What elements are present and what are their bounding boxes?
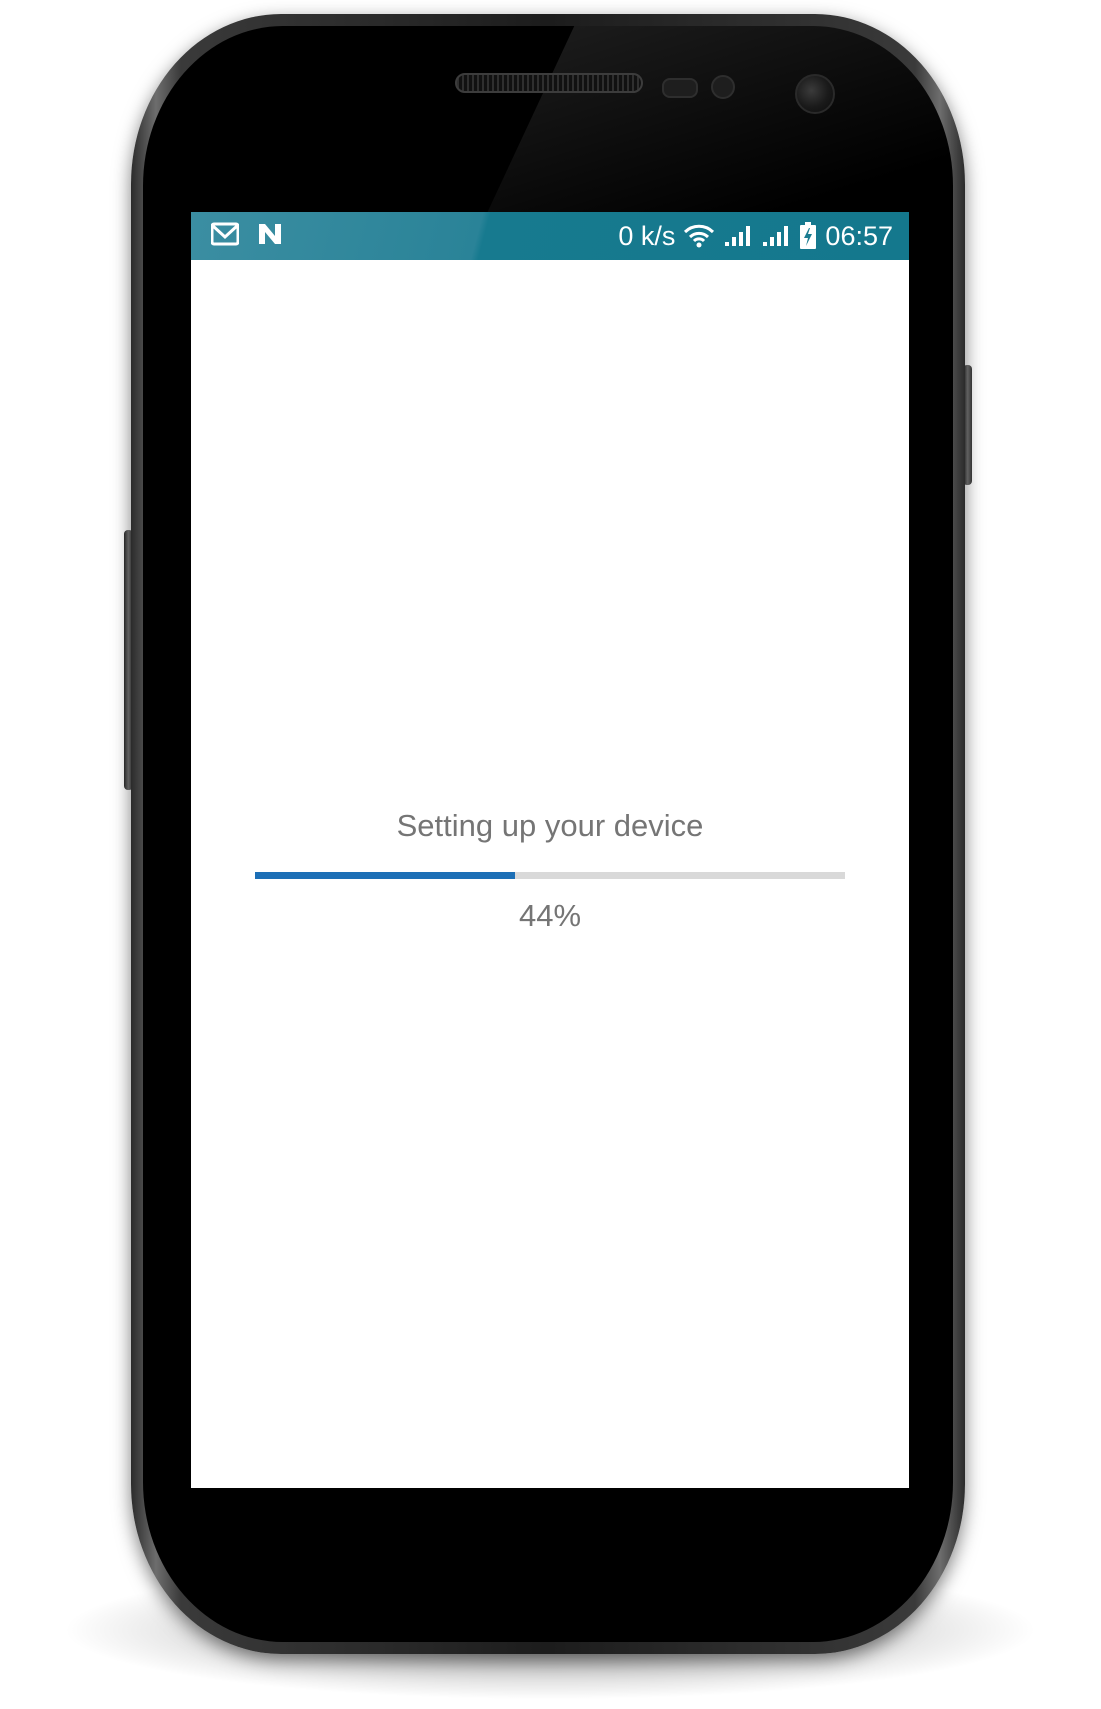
front-camera: [795, 74, 835, 114]
gmail-icon: [210, 222, 240, 246]
wifi-icon: [683, 224, 715, 248]
signal-2-icon: [761, 224, 791, 248]
setup-progress-percent: 44%: [518, 898, 582, 933]
setup-progress-bar: [255, 872, 845, 879]
setup-progress-fill: [255, 872, 515, 879]
stage: 0 k/s 06:57 Setting up your device 44%: [0, 0, 1101, 1709]
battery-charging-icon: [799, 222, 817, 250]
notification-icons: [210, 222, 283, 246]
setup-content: Setting up your device 44%: [191, 260, 909, 1488]
system-status: 0 k/s 06:57: [618, 212, 893, 260]
network-speed: 0 k/s: [618, 220, 676, 251]
status-bar: 0 k/s 06:57: [191, 212, 909, 260]
setup-title: Setting up your device: [396, 808, 704, 843]
light-sensor: [711, 75, 735, 99]
device-screen: 0 k/s 06:57 Setting up your device 44%: [191, 212, 909, 1488]
earpiece-speaker: [455, 73, 643, 93]
signal-1-icon: [723, 224, 753, 248]
clock: 06:57: [825, 220, 893, 251]
proximity-sensor: [662, 78, 698, 98]
n-icon: [257, 222, 283, 246]
